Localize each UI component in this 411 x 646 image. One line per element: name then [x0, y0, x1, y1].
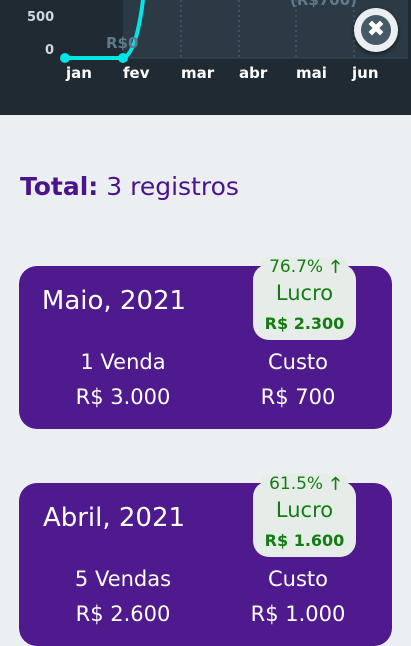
profit-badge-maio: 76.7% 🡑 Lucro R$ 2.300: [253, 257, 356, 340]
close-button[interactable]: ✖: [354, 8, 398, 52]
sales-chart: 500 0 jan fev mar abr mai jun R$0 (R$700…: [0, 0, 411, 115]
card-cost-label: Custo: [268, 567, 328, 591]
profit-percentage: 76.7% 🡑: [253, 254, 356, 283]
total-label: Total:: [20, 172, 99, 201]
y-tick-0: 0: [45, 43, 55, 58]
total-value: 3 registros: [106, 172, 239, 201]
card-sales-count: 5 Vendas: [74, 567, 172, 591]
x-tick-abr: abr: [239, 64, 268, 82]
total-summary: Total: 3 registros: [20, 172, 239, 201]
profit-percentage: 61.5% 🡑: [253, 471, 356, 500]
profit-value: R$ 1.600: [264, 531, 345, 550]
data-label-partial: (R$700): [290, 0, 358, 9]
y-tick-500: 500: [27, 10, 55, 25]
chart-svg: [60, 0, 408, 63]
x-tick-fev: fev: [123, 64, 150, 82]
x-tick-jan: jan: [66, 64, 92, 82]
card-sales-count: 1 Venda: [80, 350, 166, 374]
x-tick-jun: jun: [352, 64, 379, 82]
arrow-up-icon: 🡑: [327, 257, 344, 277]
card-cost-label: Custo: [268, 350, 328, 374]
profit-label: Lucro: [275, 281, 334, 305]
profit-pct-value: 61.5%: [265, 474, 328, 494]
card-cost-value: R$ 700: [260, 385, 336, 409]
card-sales-amount: R$ 3.000: [75, 385, 171, 409]
data-point-jan: [60, 53, 70, 63]
profit-pct-value: 76.7%: [265, 257, 328, 277]
card-cost-value: R$ 1.000: [250, 602, 346, 626]
card-month: Abril, 2021: [42, 503, 186, 533]
arrow-up-icon: 🡑: [327, 474, 344, 494]
profit-label: Lucro: [275, 498, 334, 522]
card-month: Maio, 2021: [41, 286, 187, 316]
close-icon: ✖: [361, 15, 391, 45]
profit-badge-abril: 61.5% 🡑 Lucro R$ 1.600: [253, 474, 356, 557]
card-sales-amount: R$ 2.600: [75, 602, 171, 626]
profit-value: R$ 2.300: [264, 314, 345, 333]
data-label-fev: R$0: [106, 34, 139, 52]
x-tick-mar: mar: [181, 64, 215, 82]
data-point-fev: [118, 53, 128, 63]
x-tick-mai: mai: [296, 64, 327, 82]
